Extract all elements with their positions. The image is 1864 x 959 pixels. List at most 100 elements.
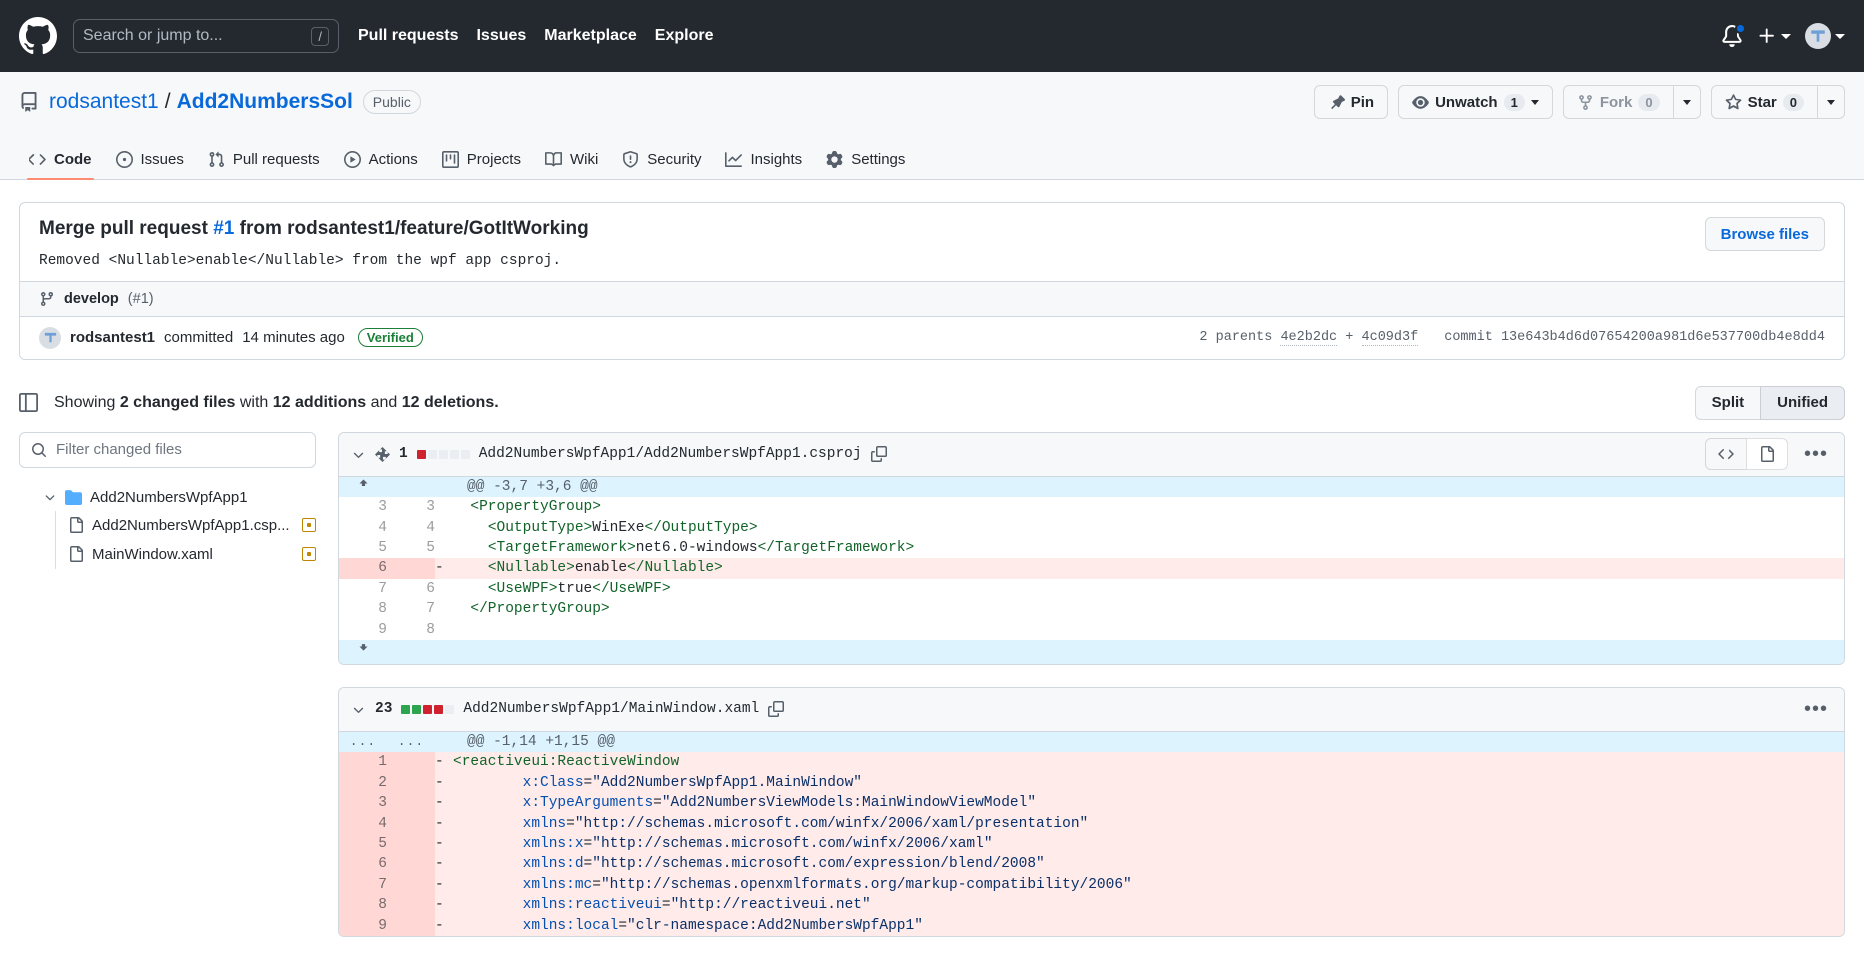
unwatch-count: 1 (1503, 93, 1525, 111)
copy-icon[interactable] (870, 446, 887, 463)
diff-row-deletion: 3 - x:TypeArguments="Add2NumbersViewMode… (339, 793, 1844, 814)
browse-files-button[interactable]: Browse files (1704, 217, 1825, 251)
diff-table-csproj: @@ -3,7 +3,6 @@ 3 3 <PropertyGroup> 4 4 … (339, 476, 1844, 664)
breadcrumb-separator: / (164, 90, 171, 113)
sidebar-expand-icon[interactable] (19, 393, 38, 413)
tab-actions-label: Actions (368, 151, 418, 168)
tree-folder[interactable]: Add2NumbersWpfApp1 (19, 484, 316, 511)
hunk-expand-cell[interactable] (339, 476, 387, 498)
line-code: xmlns:mc="http://schemas.openxmlformats.… (453, 874, 1844, 896)
new-line-number: 5 (387, 537, 435, 559)
fork-dropdown-button[interactable] (1672, 85, 1701, 119)
star-dropdown-button[interactable] (1817, 85, 1845, 119)
tab-projects[interactable]: Projects (432, 151, 531, 179)
repo-owner-link[interactable]: rodsantest1 (49, 90, 159, 114)
tab-actions[interactable]: Actions (334, 151, 428, 179)
commit-title-suffix: from rodsantest1/feature/GotItWorking (234, 218, 589, 239)
filter-changed-files-input[interactable]: Filter changed files (19, 431, 316, 468)
new-line-number (387, 793, 435, 814)
pin-button[interactable]: Pin (1313, 85, 1389, 119)
commit-sha-group: commit 13e643b4d6d07654200a981d6e537700d… (1444, 330, 1825, 345)
old-line-number: 6 (339, 854, 387, 875)
modified-status-icon (302, 547, 316, 562)
diff-header-actions: ••• (1800, 699, 1832, 719)
view-file-button[interactable] (1745, 438, 1788, 471)
diff-expand-down-row[interactable] (339, 639, 1844, 664)
line-marker (435, 518, 453, 538)
parent-sha-b[interactable]: 4c09d3f (1361, 330, 1419, 347)
line-code: xmlns="http://schemas.microsoft.com/winf… (453, 813, 1844, 834)
modified-status-icon (302, 518, 316, 533)
copy-icon[interactable] (768, 701, 785, 718)
tab-wiki-label: Wiki (569, 151, 599, 168)
tab-code-label: Code (54, 151, 92, 168)
user-menu[interactable] (1805, 23, 1845, 49)
tab-code[interactable]: Code (19, 151, 102, 180)
commit-author[interactable]: rodsantest1 (70, 329, 155, 346)
move-diff-icon[interactable] (375, 446, 390, 462)
repo-action-buttons: Pin Unwatch 1 Fork 0 Star 0 (1313, 85, 1845, 119)
diff-row-context: 3 3 <PropertyGroup> (339, 497, 1844, 518)
star-count: 0 (1782, 93, 1804, 111)
diff-file-path[interactable]: Add2NumbersWpfApp1/MainWindow.xaml (463, 701, 759, 717)
commit-sha-value[interactable]: 13e643b4d6d07654200a981d6e537700db4e8dd4 (1501, 330, 1825, 345)
kebab-horizontal-icon[interactable]: ••• (1800, 444, 1832, 464)
search-input[interactable]: Search or jump to... / (73, 19, 339, 53)
expand-up-icon[interactable] (357, 479, 370, 495)
verified-badge[interactable]: Verified (357, 328, 423, 348)
github-mark-icon[interactable] (19, 17, 57, 55)
fork-button[interactable]: Fork 0 (1562, 85, 1673, 119)
line-code: x:TypeArguments="Add2NumbersViewModels:M… (453, 793, 1844, 814)
unified-view-button[interactable]: Unified (1760, 385, 1845, 420)
split-view-button[interactable]: Split (1694, 385, 1761, 420)
hunk-new-dots: ... (387, 731, 435, 753)
diff-row-deletion: 5 - xmlns:x="http://schemas.microsoft.co… (339, 833, 1844, 855)
new-line-number (387, 874, 435, 896)
chevron-down-icon[interactable] (43, 490, 57, 504)
bell-icon[interactable] (1721, 23, 1746, 47)
star-button[interactable]: Star 0 (1710, 85, 1817, 119)
expand-down-icon[interactable] (357, 642, 370, 658)
diff-stat-bars (416, 449, 470, 459)
line-code: <TargetFramework>net6.0-windows</TargetF… (487, 539, 915, 556)
diff-file-csproj: 1 Add2NumbersWpfApp1/Add2NumbersWpfApp1.… (338, 431, 1845, 665)
parent-sha-a[interactable]: 4e2b2dc (1280, 330, 1338, 347)
nav-pull-requests[interactable]: Pull requests (358, 27, 458, 45)
nav-issues[interactable]: Issues (476, 27, 526, 45)
expand-down-cell[interactable] (339, 639, 387, 664)
avatar (1805, 23, 1831, 49)
tree-file-xaml[interactable]: MainWindow.xaml (68, 540, 316, 569)
tab-pull-requests[interactable]: Pull requests (198, 151, 330, 179)
tab-insights[interactable]: Insights (715, 151, 812, 179)
branch-name[interactable]: develop (64, 291, 119, 307)
diff-file-path[interactable]: Add2NumbersWpfApp1/Add2NumbersWpfApp1.cs… (479, 446, 862, 462)
kebab-horizontal-icon[interactable]: ••• (1800, 699, 1832, 719)
unwatch-button[interactable]: Unwatch 1 (1398, 85, 1553, 119)
line-marker (435, 497, 453, 517)
tab-security[interactable]: Security (612, 151, 711, 179)
new-line-number (387, 854, 435, 875)
new-line-number (387, 558, 435, 579)
chevron-down-icon[interactable] (351, 447, 366, 462)
repo-name-link[interactable]: Add2NumbersSol (177, 90, 353, 114)
notification-indicator-dot (1735, 23, 1746, 34)
old-line-number: 4 (339, 517, 387, 538)
create-new-menu[interactable] (1757, 26, 1791, 46)
commit-sha-label: commit (1444, 330, 1493, 346)
git-branch-icon (40, 291, 53, 306)
view-source-button[interactable] (1704, 438, 1746, 471)
search-icon (32, 442, 47, 457)
chevron-down-icon[interactable] (351, 702, 366, 717)
line-marker: - (435, 854, 453, 875)
diff-table-xaml: ... ... @@ -1,14 +1,15 @@ 1 - <reactiveu… (339, 731, 1844, 936)
tab-wiki[interactable]: Wiki (535, 151, 608, 179)
tree-file-csproj[interactable]: Add2NumbersWpfApp1.csp... (68, 511, 316, 540)
nav-marketplace[interactable]: Marketplace (544, 27, 637, 45)
commit-pr-link[interactable]: #1 (213, 218, 234, 239)
parents-label: 2 parents (1199, 330, 1273, 346)
commit-header: Merge pull request #1 from rodsantest1/f… (20, 203, 1844, 281)
tab-issues[interactable]: Issues (106, 151, 194, 179)
branch-pr-number: (#1) (127, 290, 154, 307)
nav-explore[interactable]: Explore (655, 27, 714, 45)
tab-settings[interactable]: Settings (816, 151, 915, 179)
